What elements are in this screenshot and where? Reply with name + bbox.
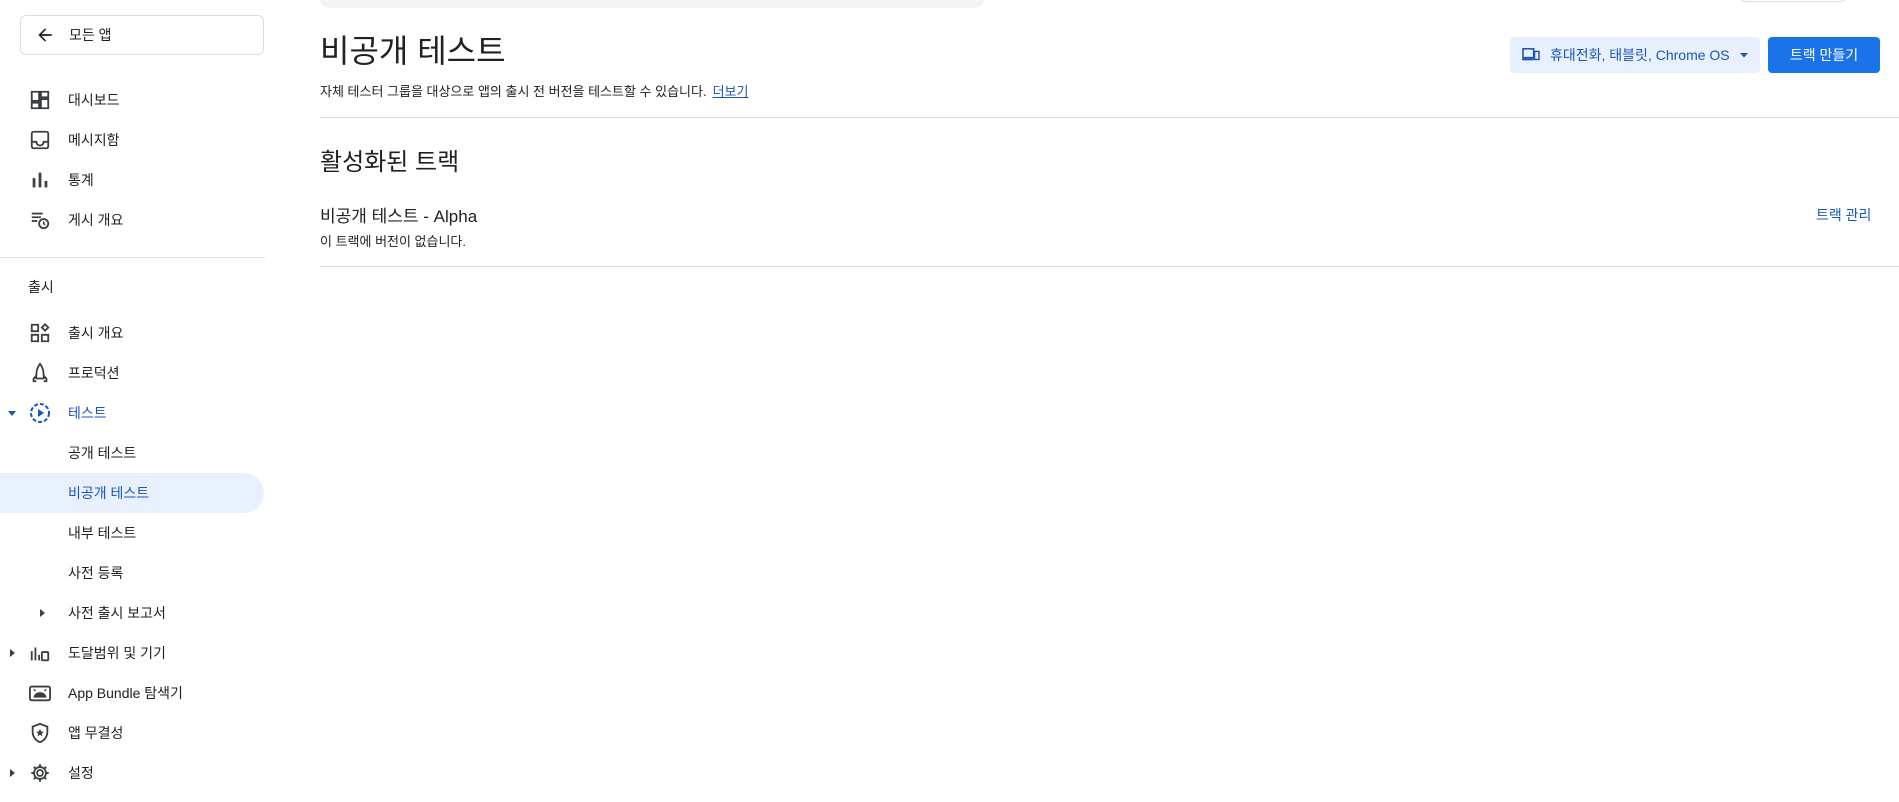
reach-devices-icon xyxy=(28,641,52,665)
sidebar-item-label: 비공개 테스트 xyxy=(68,485,150,501)
sidebar-item-open-testing[interactable]: 공개 테스트 xyxy=(0,433,264,473)
dropdown-arrow-icon xyxy=(1738,49,1750,61)
sidebar-item-publishing-overview[interactable]: 게시 개요 xyxy=(0,200,264,240)
sidebar-item-internal-testing[interactable]: 내부 테스트 xyxy=(0,513,264,553)
page-title: 비공개 테스트 xyxy=(320,33,506,69)
all-apps-label: 모든 앱 xyxy=(69,27,112,43)
page-description: 자체 테스터 그룹을 대상으로 앱의 출시 전 버전을 테스트할 수 있습니다.… xyxy=(320,81,748,100)
sidebar-item-label: 프로덕션 xyxy=(68,365,120,381)
sidebar-item-label: 사전 출시 보고서 xyxy=(68,605,166,621)
sidebar-item-testing[interactable]: 테스트 xyxy=(0,393,264,433)
search-bar[interactable] xyxy=(320,0,984,8)
sidebar-item-pre-launch-report[interactable]: 사전 출시 보고서 xyxy=(0,593,264,633)
sidebar-item-label: 대시보드 xyxy=(68,92,120,108)
sidebar-item-statistics[interactable]: 통계 xyxy=(0,160,264,200)
active-tracks-heading: 활성화된 트랙 xyxy=(320,149,460,176)
sidebar-item-inbox[interactable]: 메시지함 xyxy=(0,120,264,160)
release-section-title: 출시 xyxy=(28,279,54,295)
sidebar-item-production[interactable]: 프로덕션 xyxy=(0,353,264,393)
caret-right-icon xyxy=(6,647,18,659)
sidebar-item-label: 설정 xyxy=(68,765,94,781)
sidebar-item-label: 게시 개요 xyxy=(68,212,124,228)
sidebar-item-app-bundle-explorer[interactable]: App Bundle 탐색기 xyxy=(0,673,264,713)
sidebar-item-closed-testing[interactable]: 비공개 테스트 xyxy=(0,473,264,513)
device-filter-button[interactable]: 휴대전화, 태블릿, Chrome OS xyxy=(1510,37,1760,73)
caret-down-icon xyxy=(6,407,18,419)
sidebar-item-label: 앱 무결성 xyxy=(68,725,124,741)
track-divider xyxy=(320,266,1899,267)
track-name: 비공개 테스트 - Alpha xyxy=(320,207,478,226)
sidebar-item-label: 내부 테스트 xyxy=(68,525,137,541)
sidebar-item-label: 통계 xyxy=(68,172,94,188)
device-filter-label: 휴대전화, 태블릿, Chrome OS xyxy=(1550,47,1730,63)
sidebar-item-label: 공개 테스트 xyxy=(68,445,137,461)
sidebar-item-label: 출시 개요 xyxy=(68,325,124,341)
page-description-text: 자체 테스터 그룹을 대상으로 앱의 출시 전 버전을 테스트할 수 있습니다. xyxy=(320,84,707,99)
release-overview-icon xyxy=(28,321,52,345)
sidebar-item-pre-registration[interactable]: 사전 등록 xyxy=(0,553,264,593)
android-icon xyxy=(28,681,52,705)
sidebar-item-label: App Bundle 탐색기 xyxy=(68,685,183,701)
caret-right-icon xyxy=(36,607,48,619)
shield-icon xyxy=(28,721,52,745)
sidebar: 모든 앱 대시보드 메시지함 통계 게시 개요 출시 출시 개요 프로덕션 테스… xyxy=(0,0,265,802)
dashboard-icon xyxy=(28,88,52,112)
sidebar-item-settings[interactable]: 설정 xyxy=(0,753,264,793)
sidebar-item-app-integrity[interactable]: 앱 무결성 xyxy=(0,713,264,753)
publishing-overview-icon xyxy=(28,208,52,232)
sidebar-item-label: 사전 등록 xyxy=(68,565,124,581)
caret-right-icon xyxy=(6,767,18,779)
create-track-button[interactable]: 트랙 만들기 xyxy=(1768,37,1880,73)
sidebar-item-label: 도달범위 및 기기 xyxy=(68,645,166,661)
bar-chart-icon xyxy=(28,168,52,192)
testing-icon xyxy=(28,401,52,425)
manage-track-link[interactable]: 트랙 관리 xyxy=(1816,205,1871,225)
arrow-back-icon xyxy=(33,23,57,47)
production-icon xyxy=(28,361,52,385)
all-apps-button[interactable]: 모든 앱 xyxy=(20,15,264,55)
track-status: 이 트랙에 버전이 없습니다. xyxy=(320,234,467,249)
inbox-icon xyxy=(28,128,52,152)
top-right-button[interactable] xyxy=(1738,0,1848,2)
learn-more-link[interactable]: 더보기 xyxy=(713,84,749,99)
sidebar-item-label: 메시지함 xyxy=(68,132,120,148)
sidebar-item-label: 테스트 xyxy=(68,405,107,421)
sidebar-item-reach-devices[interactable]: 도달범위 및 기기 xyxy=(0,633,264,673)
sidebar-item-dashboard[interactable]: 대시보드 xyxy=(0,80,264,120)
gear-icon xyxy=(28,761,52,785)
sidebar-divider xyxy=(0,257,265,258)
sidebar-item-release-overview[interactable]: 출시 개요 xyxy=(0,313,264,353)
devices-icon xyxy=(1522,46,1540,64)
header-divider xyxy=(320,117,1899,118)
